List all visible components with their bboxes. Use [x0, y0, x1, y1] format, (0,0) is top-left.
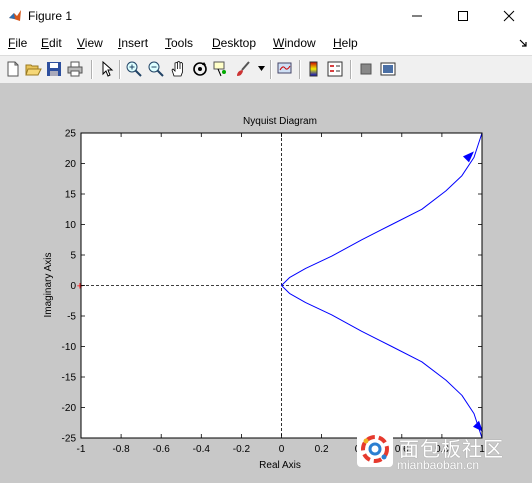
y-tick-label: -5 — [67, 312, 76, 323]
y-tick-label: -20 — [62, 403, 77, 414]
y-tick-label: -10 — [62, 342, 77, 353]
y-tick-label: 25 — [65, 129, 77, 140]
x-tick-label: -1 — [77, 444, 86, 455]
x-tick-label: -0.4 — [193, 444, 211, 455]
watermark: 面包板社区 mianbaoban.cn — [357, 431, 532, 479]
critical-point-marker: + — [77, 281, 83, 293]
y-tick-label: 5 — [70, 251, 76, 262]
y-tick-label: -25 — [62, 434, 77, 445]
x-axis-label: Real Axis — [259, 460, 301, 471]
x-tick-label: 0 — [279, 444, 285, 455]
y-tick-label: 15 — [65, 190, 77, 201]
y-tick-label: 20 — [65, 159, 77, 170]
nyquist-plot[interactable]: + -1-0.8-0.6-0.4-0.200.20.40.60.81252015… — [0, 0, 532, 483]
y-axis-label: Imaginary Axis — [43, 252, 54, 317]
watermark-logo — [357, 431, 393, 467]
y-tick-label: 0 — [70, 281, 76, 292]
x-tick-label: -0.8 — [112, 444, 130, 455]
watermark-logo-icon — [361, 435, 389, 463]
y-tick-label: -15 — [62, 373, 77, 384]
x-tick-label: -0.6 — [153, 444, 171, 455]
watermark-text-en: mianbaoban.cn — [397, 458, 480, 472]
chart-title: Nyquist Diagram — [243, 116, 317, 127]
x-tick-label: 0.2 — [315, 444, 329, 455]
x-tick-label: -0.2 — [233, 444, 251, 455]
y-tick-label: 10 — [65, 220, 77, 231]
